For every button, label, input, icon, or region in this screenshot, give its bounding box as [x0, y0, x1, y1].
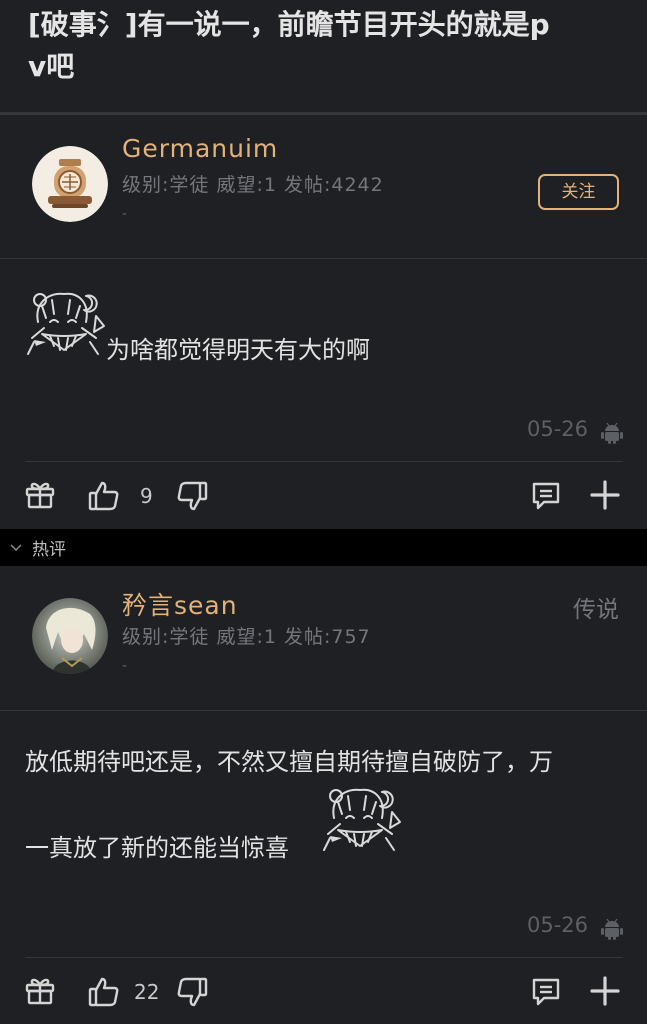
divider: [25, 461, 623, 462]
plus-icon[interactable]: [589, 975, 621, 1007]
plus-icon[interactable]: [589, 479, 621, 511]
user-meta: 级别:学徒 威望:1 发帖:4242: [122, 174, 384, 196]
follow-button[interactable]: 关注: [538, 174, 619, 210]
diving-helmet-avatar-image: [32, 146, 108, 222]
divider: [0, 710, 647, 711]
username[interactable]: 矜言sean: [122, 586, 238, 622]
comment-icon[interactable]: [530, 975, 562, 1007]
reply-date: 05-26: [527, 913, 589, 937]
thumb-up-icon[interactable]: [88, 976, 120, 1008]
username[interactable]: Germanuim: [122, 134, 278, 163]
divider: [25, 957, 623, 958]
comment-icon[interactable]: [530, 479, 562, 511]
user-signature: -: [122, 658, 128, 674]
user-rank: 传说: [573, 597, 619, 623]
thumb-down-icon[interactable]: [176, 976, 208, 1008]
anime-character-avatar-image: [32, 598, 108, 674]
gift-icon[interactable]: [24, 478, 56, 510]
gift-icon[interactable]: [24, 974, 56, 1006]
avatar[interactable]: [32, 598, 108, 674]
chevron-down-icon[interactable]: [8, 539, 24, 555]
post-content: 为啥都觉得明天有大的啊: [106, 336, 370, 364]
chibi-sticker: [323, 788, 401, 851]
chibi-sticker: [27, 292, 105, 355]
reply-content-line1: 放低期待吧还是，不然又擅自期待擅自破防了，万: [25, 748, 553, 776]
user-meta: 级别:学徒 威望:1 发帖:757: [122, 626, 371, 648]
post-date: 05-26: [527, 417, 589, 441]
thread-title: [破事氵]有一说一，前瞻节目开头的就是p v吧: [28, 4, 628, 88]
avatar[interactable]: [32, 146, 108, 222]
android-icon: [601, 422, 623, 444]
user-signature: -: [122, 206, 128, 222]
like-count: 22: [134, 980, 160, 1004]
thumb-up-icon[interactable]: [88, 480, 120, 512]
reply-content-line2: 一真放了新的还能当惊喜: [25, 834, 289, 862]
android-icon: [601, 918, 623, 940]
title-divider: [0, 112, 647, 115]
divider: [0, 258, 647, 259]
thread-title-line1: [破事氵]有一说一，前瞻节目开头的就是p: [28, 8, 550, 41]
thread-title-line2: v吧: [28, 50, 75, 83]
hot-replies-label: 热评: [32, 540, 66, 560]
thumb-down-icon[interactable]: [176, 480, 208, 512]
like-count: 9: [140, 484, 153, 508]
hot-replies-header[interactable]: 热评: [0, 529, 647, 566]
